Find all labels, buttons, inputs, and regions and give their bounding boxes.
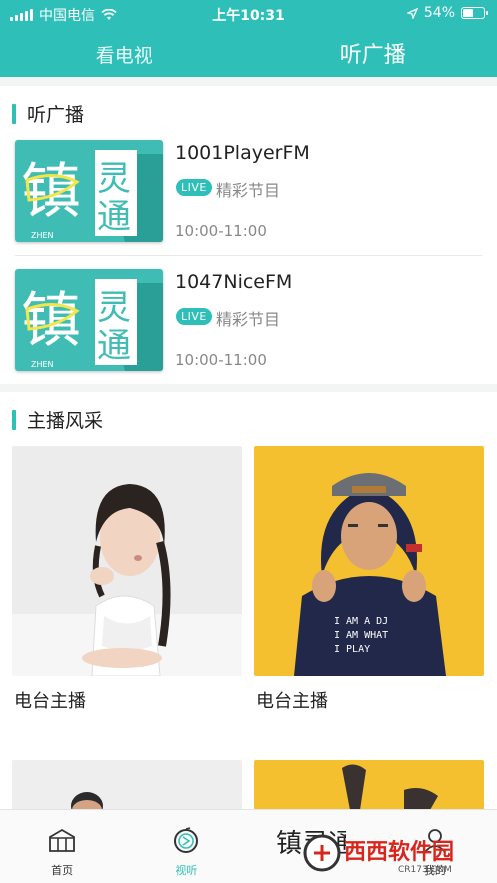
host-photo-partial[interactable]	[12, 760, 242, 810]
station-name: 1047NiceFM	[175, 271, 293, 293]
location-arrow-icon	[406, 7, 418, 19]
nav-media-label: 视听	[175, 864, 198, 877]
host-photo-partial[interactable]	[254, 760, 484, 810]
radio-section-title: 听广播	[12, 100, 84, 127]
hosts-section-title-text: 主播风采	[27, 410, 104, 432]
svg-text:I AM A DJ: I AM A DJ	[334, 616, 388, 627]
title-accent-bar	[12, 103, 16, 124]
host-label: 电台主播	[14, 691, 86, 712]
svg-text:CR173.COM: CR173.COM	[398, 865, 452, 875]
svg-text:西西软件园: 西西软件园	[344, 839, 454, 865]
program-time: 10:00-11:00	[175, 222, 267, 240]
host-label: 电台主播	[256, 691, 328, 712]
svg-text:I PLAY: I PLAY	[334, 644, 370, 655]
battery-icon	[461, 7, 488, 19]
tab-radio[interactable]: 听广播	[249, 38, 497, 74]
svg-text:通: 通	[97, 197, 131, 237]
watermark-logo: 西西软件园 CR173.COM	[303, 834, 454, 875]
radio-cover-image: 镇 灵 通 ZHEN	[15, 140, 163, 242]
play-circle-icon	[174, 827, 199, 853]
radio-item[interactable]: 镇 灵 通 ZHEN 1001PlayerFM LIVE 精彩节目 10:00-…	[15, 140, 485, 260]
hosts-section-title: 主播风采	[12, 406, 103, 433]
svg-text:镇: 镇	[21, 157, 81, 227]
svg-text:ZHEN: ZHEN	[31, 231, 54, 240]
svg-text:灵: 灵	[97, 288, 131, 328]
radio-cover-image: 镇 灵 通 ZHEN	[15, 269, 163, 371]
tab-tv[interactable]: 看电视	[0, 38, 249, 74]
home-icon	[49, 828, 76, 852]
title-accent-bar	[12, 409, 16, 430]
program-time: 10:00-11:00	[175, 351, 267, 369]
radio-section-title-text: 听广播	[27, 104, 85, 126]
nav-media[interactable]: 视听	[124, 810, 248, 883]
station-name: 1001PlayerFM	[175, 142, 310, 164]
host-photo	[12, 446, 242, 676]
host-photo: I AM A DJ I AM WHAT I PLAY	[254, 446, 484, 676]
app-root: 中国电信 上午10:31 54% 看电视 听广播 听广播 镇 灵 通 ZHEN …	[0, 0, 497, 883]
svg-text:镇: 镇	[21, 286, 81, 356]
nav-home[interactable]: 首页	[0, 810, 124, 883]
radio-item[interactable]: 镇 灵 通 ZHEN 1047NiceFM LIVE 精彩节目 10:00-11…	[15, 269, 485, 389]
svg-text:灵: 灵	[97, 159, 131, 199]
live-badge: LIVE	[176, 179, 212, 196]
top-header: 中国电信 上午10:31 54% 看电视 听广播	[0, 0, 497, 77]
svg-text:通: 通	[97, 326, 131, 366]
radio-section: 听广播 镇 灵 通 ZHEN 1001PlayerFM LIVE 精彩节目 10…	[0, 86, 497, 384]
svg-text:ZHEN: ZHEN	[31, 360, 54, 369]
battery-fill	[463, 9, 473, 17]
nav-home-label: 首页	[51, 864, 74, 877]
status-bar: 中国电信 上午10:31 54%	[0, 0, 497, 26]
divider	[15, 255, 482, 256]
svg-text:I AM WHAT: I AM WHAT	[334, 630, 388, 641]
live-badge: LIVE	[176, 308, 212, 325]
program-desc: 精彩节目	[216, 181, 281, 200]
battery-percent: 54%	[423, 5, 455, 21]
program-desc: 精彩节目	[216, 310, 281, 329]
hosts-section: 主播风采 电台主播 I AM A DJ I AM WHAT I PLAY 电台主…	[0, 392, 497, 812]
top-tabs: 看电视 听广播	[0, 38, 497, 74]
